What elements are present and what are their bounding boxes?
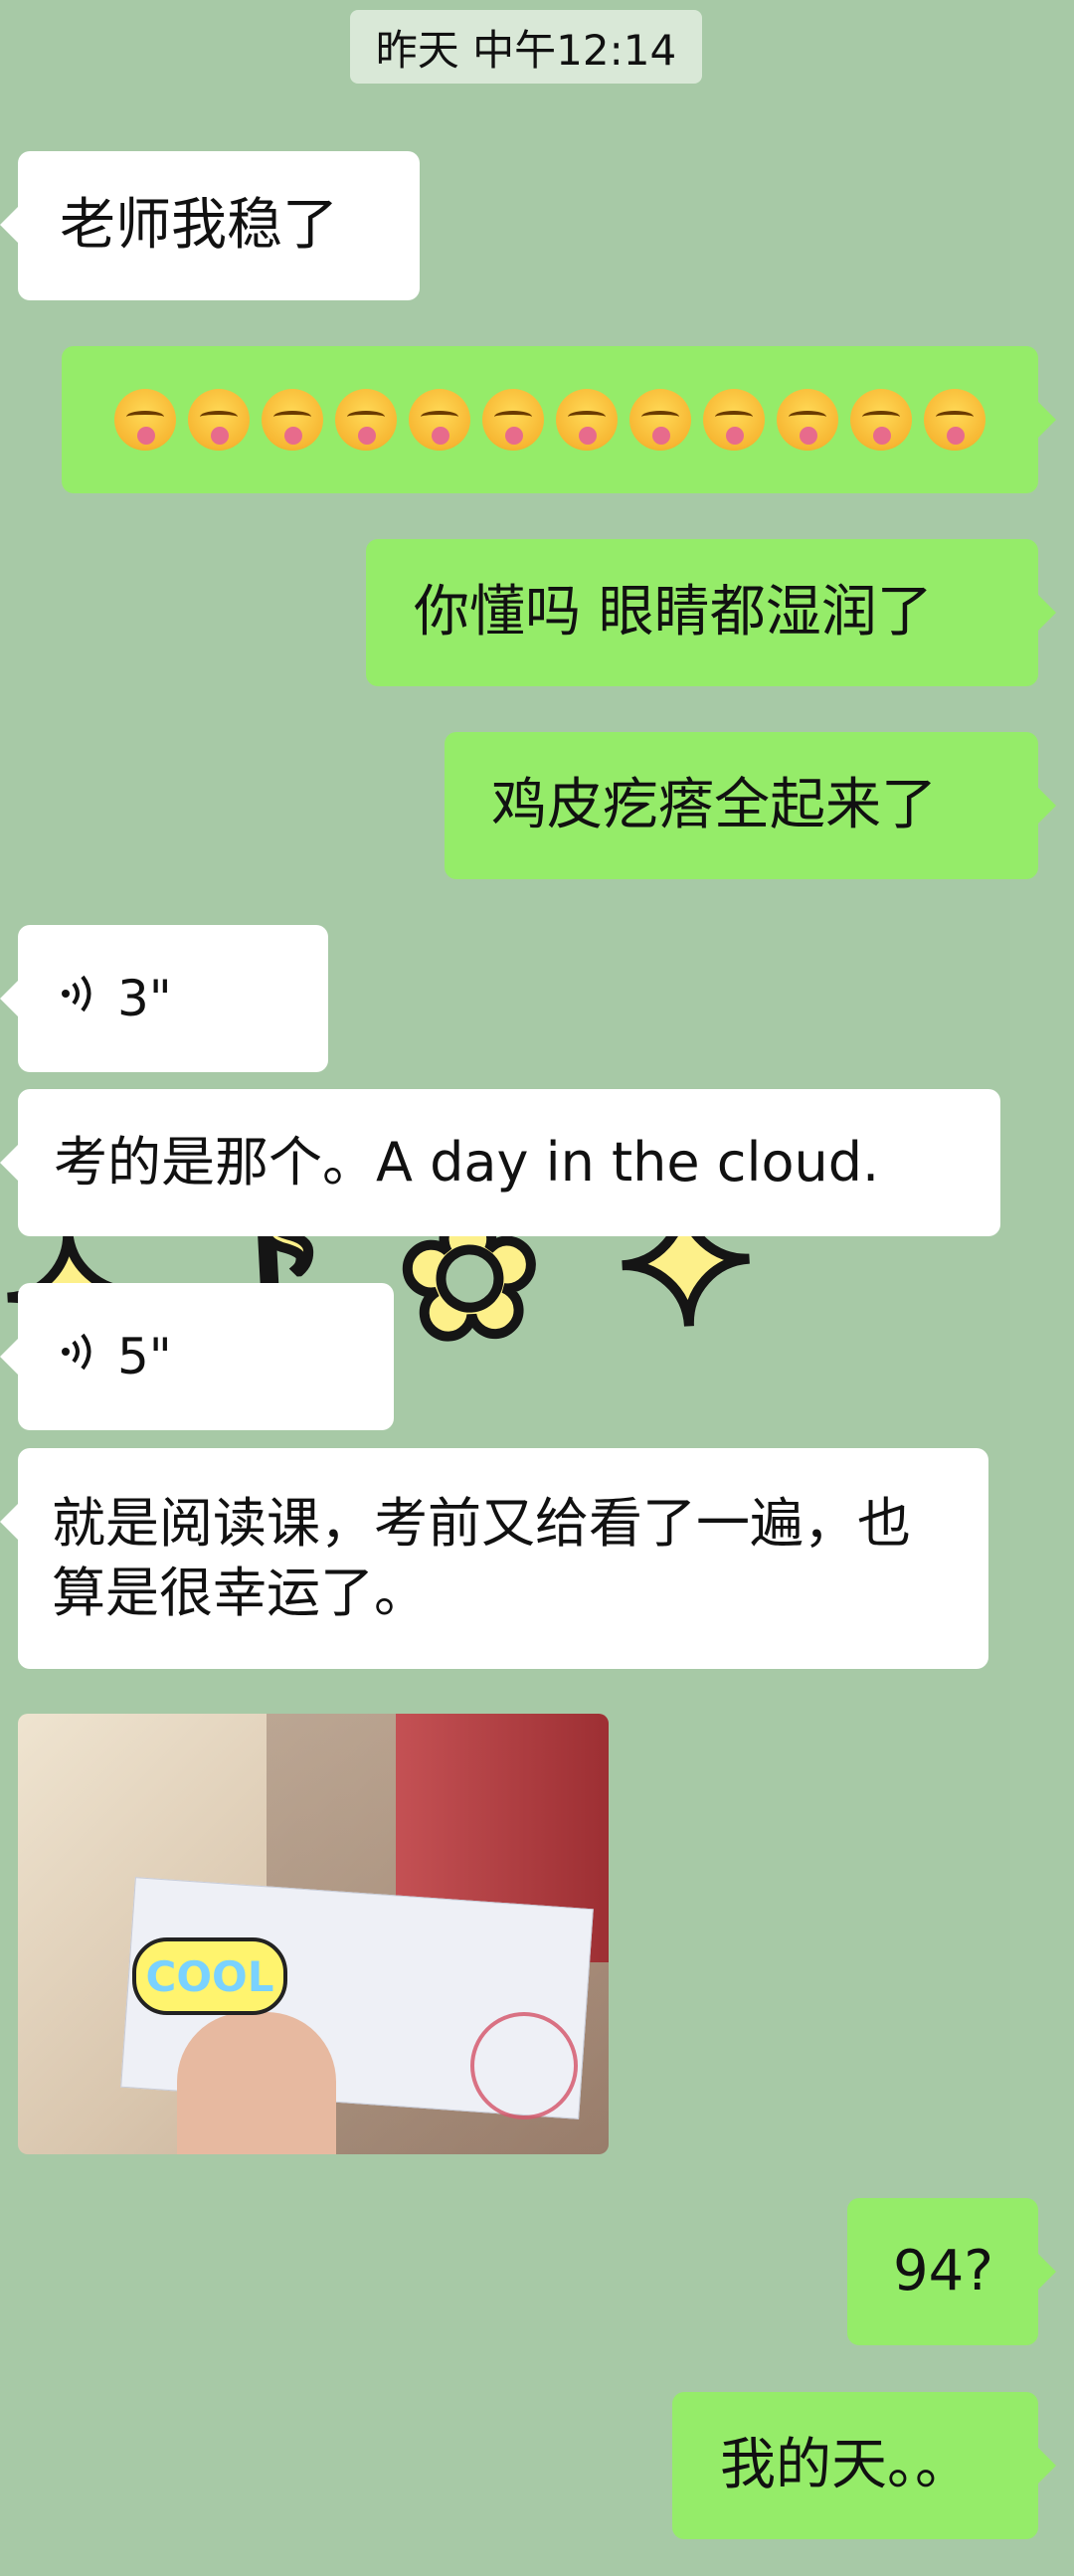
yum-emoji-icon xyxy=(850,389,912,451)
message-bubble[interactable]: 鸡皮疙瘩全起来了 xyxy=(445,732,1056,879)
yum-emoji-icon xyxy=(556,389,618,451)
message-text: 就是阅读课，考前又给看了一遍，也算是很幸运了。 xyxy=(52,1491,911,1624)
yum-emoji-icon xyxy=(409,389,470,451)
message-text: 94? xyxy=(893,2239,993,2303)
cool-sticker-icon: COOL xyxy=(132,1937,287,2015)
image-message[interactable]: COOL xyxy=(18,1714,609,2154)
message-text: 考的是那个。A day in the cloud. xyxy=(54,1131,880,1194)
voice-duration: 3" xyxy=(117,970,172,1027)
message-bubble[interactable]: 考的是那个。A day in the cloud. xyxy=(0,1089,1000,1236)
yum-emoji-icon xyxy=(188,389,250,451)
yum-emoji-icon xyxy=(114,389,176,451)
message-text: 老师我稳了 xyxy=(60,193,338,258)
yum-emoji-icon xyxy=(629,389,691,451)
emoji-row xyxy=(62,389,1038,451)
message-text: 你懂吗 眼睛都湿润了 xyxy=(414,580,933,644)
timestamp: 昨天 中午12:14 xyxy=(350,10,702,84)
yum-emoji-icon xyxy=(262,389,323,451)
message-bubble[interactable]: 老师我稳了 xyxy=(0,151,420,300)
voice-message[interactable]: 3" xyxy=(0,925,328,1072)
voice-duration: 5" xyxy=(117,1328,172,1385)
message-bubble[interactable] xyxy=(62,346,1056,493)
yum-emoji-icon xyxy=(335,389,397,451)
voice-icon xyxy=(58,970,101,1027)
yum-emoji-icon xyxy=(777,389,838,451)
photo-hand xyxy=(177,2012,336,2154)
message-bubble[interactable]: 94? xyxy=(847,2198,1056,2345)
message-text: 我的天。。 xyxy=(720,2433,971,2497)
message-text: 鸡皮疙瘩全起来了 xyxy=(491,773,937,837)
voice-message[interactable]: 5" xyxy=(0,1283,394,1430)
message-bubble[interactable]: 就是阅读课，考前又给看了一遍，也算是很幸运了。 xyxy=(0,1448,988,1669)
message-bubble[interactable]: 你懂吗 眼睛都湿润了 xyxy=(366,539,1056,686)
photo-red-stamp xyxy=(470,2012,578,2119)
voice-icon xyxy=(58,1328,101,1385)
yum-emoji-icon xyxy=(703,389,765,451)
message-bubble[interactable]: 我的天。。 xyxy=(672,2392,1056,2539)
yum-emoji-icon xyxy=(924,389,985,451)
yum-emoji-icon xyxy=(482,389,544,451)
